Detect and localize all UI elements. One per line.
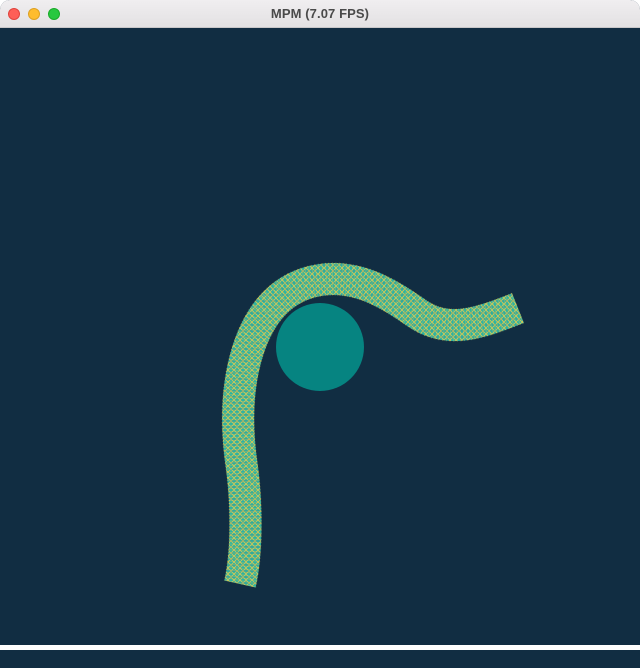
title-bar[interactable]: MPM (7.07 FPS) [0,0,640,28]
simulation-svg [0,262,640,650]
floor-boundary [0,645,640,650]
soft-body-strip [222,263,524,588]
window-title: MPM (7.07 FPS) [270,6,370,21]
app-window: MPM (7.07 FPS) [0,0,640,668]
circle-obstacle [276,303,364,391]
simulation-canvas[interactable] [0,28,640,668]
